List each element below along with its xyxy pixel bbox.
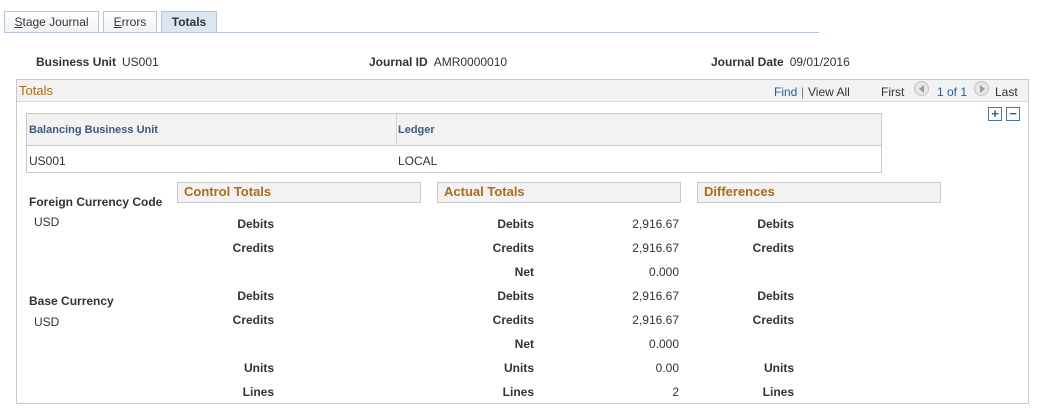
base-actual-net-value: 0.000 bbox=[648, 337, 679, 351]
differences-units-label: Units bbox=[764, 361, 794, 375]
find-link[interactable]: Find bbox=[774, 85, 797, 99]
actual-credits-value: 2,916.67 bbox=[632, 241, 679, 255]
tab-stage-journal[interactable]: Stage Journal bbox=[4, 11, 99, 33]
journal-id-field: Journal ID AMR0000010 bbox=[369, 55, 507, 69]
previous-row-icon[interactable] bbox=[914, 81, 929, 96]
base-actual-net-label: Net bbox=[514, 337, 534, 351]
differences-debits-label: Debits bbox=[757, 217, 794, 231]
journal-id-value: AMR0000010 bbox=[433, 55, 508, 69]
cell-balancing-bu: US001 bbox=[29, 154, 66, 168]
cell-ledger: LOCAL bbox=[398, 154, 438, 168]
base-control-credits-label: Credits bbox=[232, 313, 274, 327]
balancing-grid: Balancing Business Unit Ledger US001 LOC… bbox=[26, 113, 882, 173]
control-credits-label: Credits bbox=[232, 241, 274, 255]
last-label: Last bbox=[995, 85, 1018, 99]
differences-credits-label: Credits bbox=[752, 241, 794, 255]
actual-units-label: Units bbox=[504, 361, 534, 375]
actual-lines-label: Lines bbox=[502, 385, 534, 399]
actual-debits-label: Debits bbox=[497, 217, 534, 231]
tab-totals[interactable]: Totals bbox=[161, 11, 217, 33]
control-debits-label: Debits bbox=[237, 217, 274, 231]
view-all-link[interactable]: View All bbox=[808, 85, 850, 99]
foreign-currency-code-label: Foreign Currency Code bbox=[29, 195, 163, 209]
add-row-button[interactable]: + bbox=[988, 107, 1002, 121]
actual-lines-value: 2 bbox=[672, 385, 679, 399]
tab-stage-journal-label: tage Journal bbox=[22, 15, 89, 29]
totals-nav-bar: Totals Find | View All First 1 of 1 Last bbox=[17, 80, 1028, 102]
nav-separator: | bbox=[801, 85, 805, 99]
journal-date-label: Journal Date bbox=[711, 55, 784, 69]
first-label: First bbox=[881, 85, 905, 99]
base-control-debits-label: Debits bbox=[237, 289, 274, 303]
grid-header: Balancing Business Unit Ledger bbox=[27, 114, 881, 146]
tab-errors-accesskey: E bbox=[113, 15, 122, 29]
control-units-label: Units bbox=[244, 361, 274, 375]
base-actual-debits-value: 2,916.67 bbox=[632, 289, 679, 303]
column-separator bbox=[396, 114, 397, 146]
foreign-currency-code-value: USD bbox=[34, 215, 60, 229]
differences-lines-label: Lines bbox=[762, 385, 794, 399]
tab-errors[interactable]: Errors bbox=[103, 11, 157, 33]
base-differences-debits-label: Debits bbox=[757, 289, 794, 303]
tab-errors-label: rrors bbox=[121, 15, 147, 29]
base-actual-debits-label: Debits bbox=[497, 289, 534, 303]
business-unit-label: Business Unit bbox=[36, 55, 117, 69]
row-count: 1 of 1 bbox=[937, 85, 968, 99]
column-header-ledger[interactable]: Ledger bbox=[398, 124, 435, 136]
totals-title: Totals bbox=[19, 83, 53, 98]
actual-totals-header: Actual Totals bbox=[437, 182, 681, 203]
actual-debits-value: 2,916.67 bbox=[632, 217, 679, 231]
control-totals-header: Control Totals bbox=[177, 182, 421, 203]
delete-row-button[interactable]: − bbox=[1006, 107, 1020, 121]
business-unit-value: US001 bbox=[122, 55, 159, 69]
control-lines-label: Lines bbox=[242, 385, 274, 399]
actual-credits-label: Credits bbox=[492, 241, 534, 255]
column-header-balancing-bu[interactable]: Balancing Business Unit bbox=[29, 124, 158, 136]
next-row-icon[interactable] bbox=[974, 81, 989, 96]
business-unit-field: Business Unit US001 bbox=[36, 55, 159, 69]
journal-id-label: Journal ID bbox=[369, 55, 428, 69]
base-currency-value: USD bbox=[34, 315, 60, 329]
journal-date-value: 09/01/2016 bbox=[789, 55, 850, 69]
base-actual-credits-value: 2,916.67 bbox=[632, 313, 679, 327]
base-differences-credits-label: Credits bbox=[752, 313, 794, 327]
actual-net-label: Net bbox=[514, 265, 534, 279]
journal-date-field: Journal Date 09/01/2016 bbox=[711, 55, 850, 69]
differences-header: Differences bbox=[697, 182, 941, 203]
totals-group-box: Totals Find | View All First 1 of 1 Last… bbox=[16, 79, 1029, 404]
actual-net-value: 0.000 bbox=[648, 265, 679, 279]
tab-totals-label: Totals bbox=[171, 15, 207, 29]
base-actual-credits-label: Credits bbox=[492, 313, 534, 327]
base-currency-label: Base Currency bbox=[29, 294, 114, 308]
actual-units-value: 0.00 bbox=[655, 361, 679, 375]
tab-divider bbox=[4, 32, 819, 33]
